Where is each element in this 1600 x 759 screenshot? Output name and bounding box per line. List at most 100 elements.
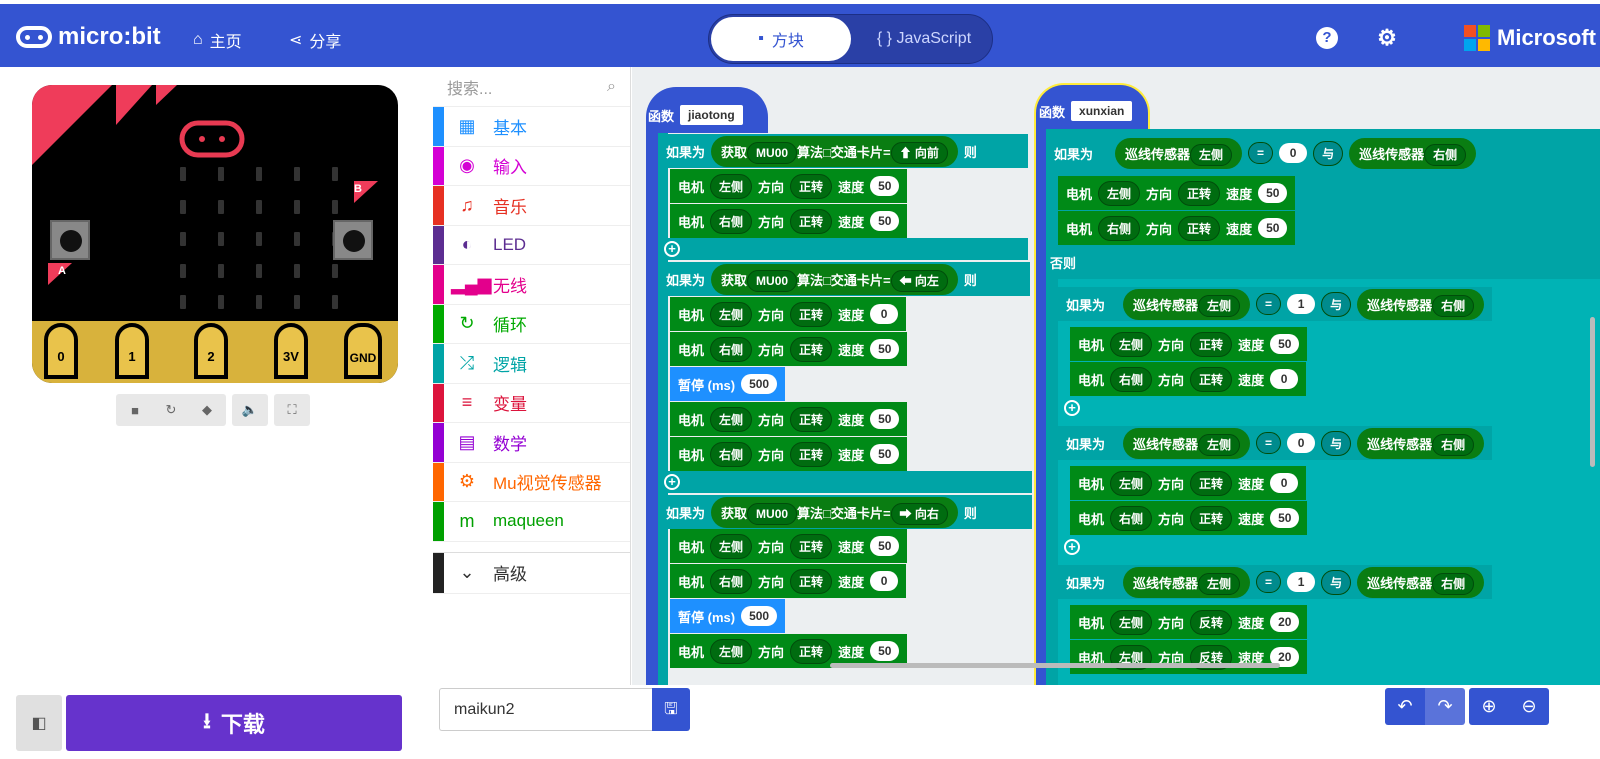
mute-icon[interactable]: 🔈: [232, 394, 268, 426]
condition: 获取 MU00 算法□交通卡片= ⬆ 向前: [711, 135, 958, 167]
if-block[interactable]: 如果为 获取 MU00 算法□交通卡片= ⬆ 向前则: [658, 134, 1028, 168]
category-1[interactable]: ◉ 输入: [433, 146, 630, 186]
pin-gnd[interactable]: GND: [344, 323, 382, 379]
home-button[interactable]: ⌂ 主页: [193, 28, 242, 52]
pause-block[interactable]: 暂停 (ms) 500: [670, 367, 786, 401]
project-name-input[interactable]: [439, 688, 652, 731]
toolbox-search[interactable]: 搜索... ⌕: [433, 67, 630, 107]
horizontal-scrollbar[interactable]: [830, 663, 1280, 668]
tab-blocks[interactable]: ▪ 方块: [711, 17, 851, 61]
undo-icon: ↶: [1397, 696, 1413, 716]
gear-icon[interactable]: ⚙: [1376, 27, 1398, 49]
category-4[interactable]: ▂▄▆ 无线: [433, 265, 630, 305]
category-label: 逻辑: [493, 355, 527, 375]
motor-block[interactable]: 电机 右侧 方向 正转 速度 50: [1058, 211, 1296, 245]
category-5[interactable]: ↻ 循环: [433, 304, 630, 344]
undo-button[interactable]: ↶: [1385, 688, 1425, 725]
category-3[interactable]: ◐ LED: [433, 225, 630, 265]
restart-icon[interactable]: ↻: [153, 402, 189, 418]
download-icon: ⭳: [203, 708, 211, 733]
zoom-in-button[interactable]: ⊕: [1469, 688, 1509, 725]
category-8[interactable]: ▤ 数学: [433, 423, 630, 463]
microbit-icon: [16, 26, 52, 48]
function-name-xunxian[interactable]: xunxian: [1071, 101, 1133, 121]
blocks-workspace[interactable]: 函数 jiaotong 如果为 获取 MU00 算法□交通卡片= ⬆ 向前则 电机 左侧 方向…: [632, 67, 1600, 685]
category-6[interactable]: ⤮ 逻辑: [433, 344, 630, 384]
button-b[interactable]: [333, 220, 373, 260]
pin-2[interactable]: 2: [194, 323, 228, 379]
fullscreen-icon[interactable]: ⛶: [274, 394, 310, 426]
pause-block[interactable]: 暂停 (ms) 500: [670, 599, 786, 633]
if-block[interactable]: 如果为 巡线传感器 左侧 = 1 与巡线传感器 右侧: [1058, 287, 1493, 321]
motor-block[interactable]: 电机 右侧 方向 正转 速度 50: [670, 204, 908, 238]
redo-button[interactable]: ↷: [1425, 688, 1465, 725]
motor-block[interactable]: 电机 右侧 方向 正转 速度 0: [670, 564, 907, 598]
add-else-icon[interactable]: +: [664, 474, 680, 490]
motor-block[interactable]: 电机 左侧 方向 正转 速度 0: [670, 297, 907, 331]
collapse-simulator-button[interactable]: ◧: [16, 695, 62, 751]
category-label: maqueen: [493, 511, 564, 531]
category-10[interactable]: m maqueen: [433, 502, 630, 542]
motor-block[interactable]: 电机 右侧 方向 正转 速度 50: [670, 437, 908, 471]
shuffle-icon: ⤮: [459, 352, 475, 373]
m-icon: m: [459, 510, 475, 531]
chevron-down-icon: ⌄: [459, 562, 475, 582]
category-2[interactable]: ♫ 音乐: [433, 186, 630, 226]
motor-block[interactable]: 电机 左侧 方向 正转 速度 0: [1070, 466, 1307, 500]
microbit-logo[interactable]: micro:bit: [16, 23, 161, 51]
gears-icon: ⚙: [458, 471, 476, 492]
if-block[interactable]: 如果为 获取 MU00 算法□交通卡片= ⬅ 向左则: [658, 262, 1030, 296]
share-icon: ⋖: [289, 32, 303, 49]
slowmo-icon[interactable]: ◆: [189, 402, 225, 418]
category-7[interactable]: ≡ 变量: [433, 383, 630, 423]
target-icon: ◉: [459, 155, 475, 176]
motor-block[interactable]: 电机 右侧 方向 正转 速度 50: [670, 332, 908, 366]
add-else-icon[interactable]: +: [1064, 400, 1080, 416]
stop-icon[interactable]: ■: [117, 403, 153, 418]
category-label: 无线: [493, 276, 527, 296]
help-icon[interactable]: ?: [1316, 27, 1338, 49]
save-button[interactable]: 🖫: [652, 688, 690, 731]
function-name-jiaotong[interactable]: jiaotong: [680, 105, 743, 125]
save-icon: 🖫: [664, 701, 678, 718]
if-block[interactable]: 如果为 巡线传感器 左侧 = 0 与巡线传感器 右侧: [1046, 136, 1485, 170]
led-row: [180, 200, 338, 214]
category-9[interactable]: ⚙ Mu视觉传感器: [433, 462, 630, 502]
search-input[interactable]: 搜索...: [447, 75, 492, 99]
pin-0[interactable]: 0: [44, 323, 78, 379]
refresh-icon: ↻: [459, 313, 475, 334]
if-block[interactable]: 如果为 巡线传感器 左侧 = 0 与巡线传感器 右侧: [1058, 426, 1493, 460]
share-button[interactable]: ⋖ 分享: [289, 28, 341, 52]
motor-block[interactable]: 电机 右侧 方向 正转 速度 0: [1070, 362, 1307, 396]
category-advanced[interactable]: ⌄ 高级: [433, 551, 630, 594]
motor-block[interactable]: 电机 左侧 方向 正转 速度 50: [670, 529, 908, 563]
pin-1[interactable]: 1: [115, 323, 149, 379]
motor-block[interactable]: 电机 左侧 方向 正转 速度 50: [1058, 176, 1296, 210]
add-else-icon[interactable]: +: [664, 241, 680, 257]
list-icon: ≡: [461, 392, 473, 413]
puzzle-icon: ▪: [758, 30, 764, 47]
if-block[interactable]: 如果为 巡线传感器 左侧 = 1 与巡线传感器 右侧: [1058, 565, 1493, 599]
vertical-scrollbar[interactable]: [1590, 317, 1595, 467]
category-label: 音乐: [493, 197, 527, 217]
motor-block[interactable]: 电机 左侧 方向 正转 速度 50: [670, 402, 908, 436]
pin-3v[interactable]: 3V: [274, 323, 308, 379]
category-list: ▦ 基本 ◉ 输入 ♫ 音乐 ◐ LED ▂▄▆ 无线 ↻ 循环 ⤮ 逻辑 ≡ 变量 ▤ 数学 ⚙ Mu视觉传感器 m m…: [433, 107, 630, 542]
button-a[interactable]: [50, 220, 90, 260]
category-label: 输入: [493, 158, 527, 178]
search-icon[interactable]: ⌕: [607, 78, 616, 96]
zoom-in-icon: ⊕: [1481, 696, 1497, 716]
if-footer: [658, 471, 1032, 493]
motor-block[interactable]: 电机 左侧 方向 反转 速度 20: [1070, 605, 1308, 639]
tab-javascript[interactable]: { } JavaScript: [859, 17, 989, 61]
category-0[interactable]: ▦ 基本: [433, 107, 630, 147]
motor-block[interactable]: 电机 左侧 方向 反转 速度 20: [1070, 640, 1308, 674]
grid-icon: ▦: [458, 115, 476, 136]
download-button[interactable]: ⭳ 下载: [66, 695, 402, 751]
motor-block[interactable]: 电机 左侧 方向 正转 速度 50: [1070, 327, 1308, 361]
motor-block[interactable]: 电机 左侧 方向 正转 速度 50: [670, 169, 908, 203]
motor-block[interactable]: 电机 右侧 方向 正转 速度 50: [1070, 501, 1308, 535]
zoom-out-button[interactable]: ⊖: [1509, 688, 1549, 725]
if-block[interactable]: 如果为 获取 MU00 算法□交通卡片= ➡ 向右则: [658, 495, 1032, 529]
add-else-icon[interactable]: +: [1064, 539, 1080, 555]
